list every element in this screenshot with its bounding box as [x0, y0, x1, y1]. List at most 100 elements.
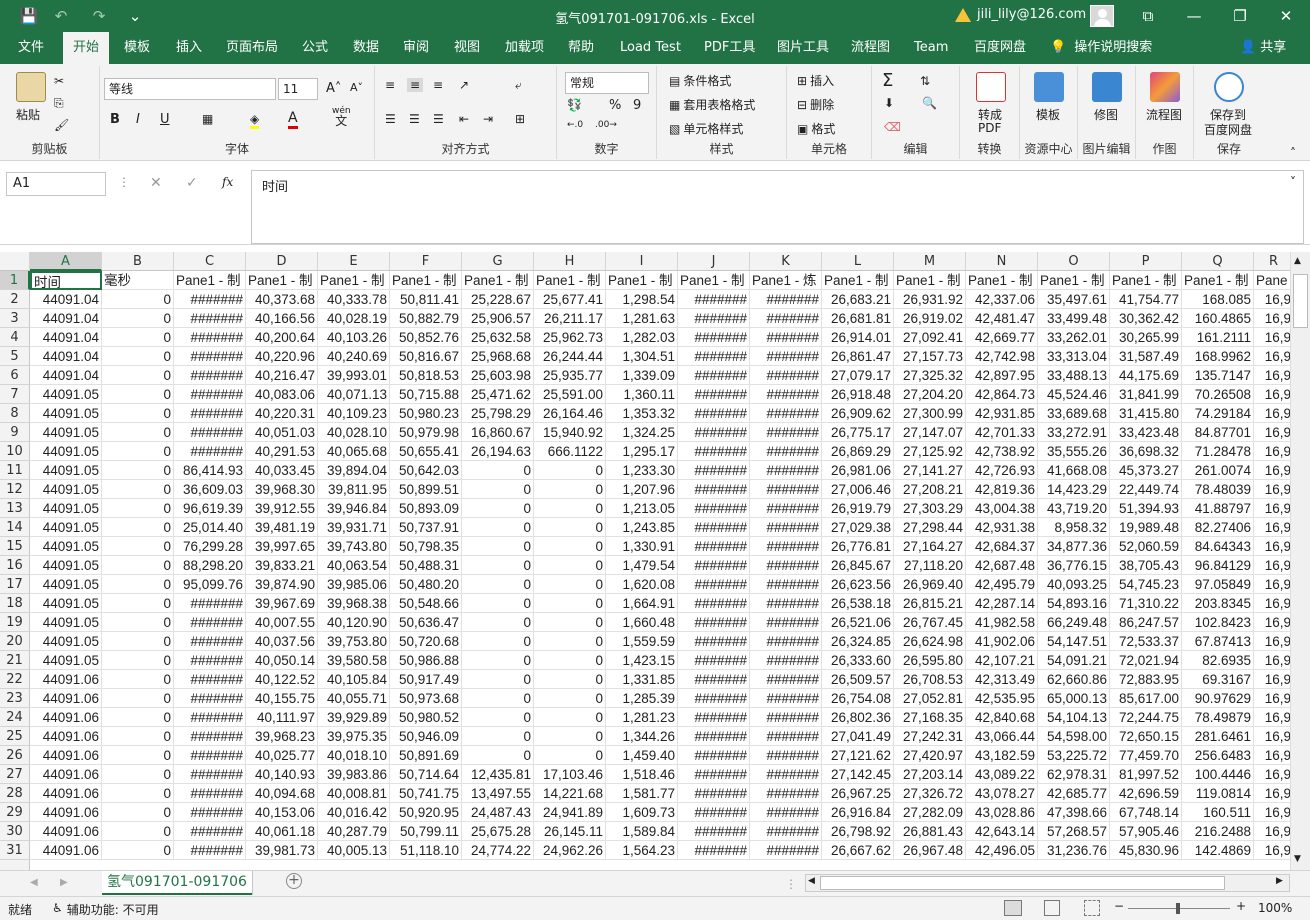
data-cell[interactable]: 50,737.91 — [390, 518, 462, 537]
row-header[interactable]: 29 — [0, 803, 30, 822]
data-cell[interactable]: 40,220.96 — [246, 347, 318, 366]
data-cell[interactable]: 26,815.21 — [894, 594, 966, 613]
data-cell[interactable]: 54,598.00 — [1038, 727, 1110, 746]
data-cell[interactable]: 40,037.56 — [246, 632, 318, 651]
row-header[interactable]: 18 — [0, 594, 30, 613]
data-cell[interactable]: 203.8345 — [1182, 594, 1254, 613]
data-cell[interactable]: 33,262.01 — [1038, 328, 1110, 347]
font-name-select[interactable]: 等线 — [104, 78, 276, 100]
tab-home[interactable]: 开始 — [63, 32, 110, 64]
data-cell[interactable]: 39,931.71 — [318, 518, 390, 537]
normal-view-icon[interactable] — [1004, 900, 1022, 916]
data-cell[interactable]: 39,967.69 — [246, 594, 318, 613]
data-cell[interactable]: 0 — [534, 670, 606, 689]
header-cell[interactable]: Pane1 - 制 — [606, 271, 678, 290]
data-cell[interactable]: 24,774.22 — [462, 841, 534, 860]
data-cell[interactable]: 16,9 — [1254, 594, 1290, 613]
next-sheet-icon[interactable]: ▶ — [60, 877, 68, 888]
data-cell[interactable]: 26,623.56 — [822, 575, 894, 594]
data-cell[interactable]: 50,973.68 — [390, 689, 462, 708]
data-cell[interactable]: 44091.05 — [30, 442, 102, 461]
data-cell[interactable]: ####### — [678, 499, 750, 518]
data-cell[interactable]: 0 — [462, 632, 534, 651]
data-cell[interactable]: 42,313.49 — [966, 670, 1038, 689]
data-cell[interactable]: 31,841.99 — [1110, 385, 1182, 404]
data-cell[interactable]: 44091.04 — [30, 290, 102, 309]
data-cell[interactable]: 0 — [102, 385, 174, 404]
row-header[interactable]: 12 — [0, 480, 30, 499]
data-cell[interactable]: 135.7147 — [1182, 366, 1254, 385]
scroll-up-icon[interactable]: ▲ — [1294, 256, 1301, 266]
data-cell[interactable]: 45,524.46 — [1038, 385, 1110, 404]
data-cell[interactable]: 0 — [102, 841, 174, 860]
data-cell[interactable]: 50,741.75 — [390, 784, 462, 803]
data-cell[interactable]: 0 — [534, 651, 606, 670]
data-cell[interactable]: 0 — [462, 746, 534, 765]
data-cell[interactable]: 44091.05 — [30, 499, 102, 518]
data-cell[interactable]: 1,564.23 — [606, 841, 678, 860]
data-cell[interactable]: ####### — [174, 651, 246, 670]
data-cell[interactable]: 1,479.54 — [606, 556, 678, 575]
data-cell[interactable]: 26,754.08 — [822, 689, 894, 708]
number-format-select[interactable]: 常规 — [565, 72, 649, 94]
data-cell[interactable]: 0 — [102, 556, 174, 575]
data-cell[interactable]: 40,083.06 — [246, 385, 318, 404]
data-cell[interactable]: 27,052.81 — [894, 689, 966, 708]
data-cell[interactable]: 0 — [102, 366, 174, 385]
data-cell[interactable]: 40,065.68 — [318, 442, 390, 461]
data-cell[interactable]: 0 — [102, 803, 174, 822]
data-cell[interactable]: 24,962.26 — [534, 841, 606, 860]
data-cell[interactable]: 27,242.31 — [894, 727, 966, 746]
data-cell[interactable]: 40,220.31 — [246, 404, 318, 423]
data-cell[interactable]: 1,360.11 — [606, 385, 678, 404]
data-cell[interactable]: 0 — [462, 689, 534, 708]
template-button[interactable]: 模板 — [1036, 106, 1060, 123]
account-area[interactable]: jili_lily@126.com — [955, 7, 1086, 22]
row-header[interactable]: 16 — [0, 556, 30, 575]
decrease-decimal-icon[interactable]: .00→ — [595, 120, 617, 130]
data-cell[interactable]: 50,480.20 — [390, 575, 462, 594]
orientation-icon[interactable]: ↗ — [459, 78, 469, 92]
data-cell[interactable]: 86,247.57 — [1110, 613, 1182, 632]
data-cell[interactable]: 0 — [102, 518, 174, 537]
data-cell[interactable]: 0 — [102, 461, 174, 480]
data-cell[interactable]: ####### — [750, 404, 822, 423]
data-cell[interactable]: 26,909.62 — [822, 404, 894, 423]
insert-cells-button[interactable]: ⊞ 插入 — [797, 72, 834, 89]
data-cell[interactable]: 16,9 — [1254, 575, 1290, 594]
sheet-tab[interactable]: 氢气091701-091706 — [102, 871, 252, 895]
tab-insert[interactable]: 插入 — [176, 32, 202, 64]
tab-flowchart[interactable]: 流程图 — [851, 32, 890, 64]
data-cell[interactable]: 27,420.97 — [894, 746, 966, 765]
data-cell[interactable]: ####### — [750, 632, 822, 651]
data-cell[interactable]: 38,705.43 — [1110, 556, 1182, 575]
data-cell[interactable]: 26,981.06 — [822, 461, 894, 480]
data-cell[interactable]: 0 — [534, 537, 606, 556]
data-cell[interactable]: 0 — [534, 518, 606, 537]
data-cell[interactable]: 50,891.69 — [390, 746, 462, 765]
header-cell[interactable]: Pane1 - 制 — [174, 271, 246, 290]
data-cell[interactable]: ####### — [678, 423, 750, 442]
data-cell[interactable]: 50,655.41 — [390, 442, 462, 461]
data-cell[interactable]: 1,281.23 — [606, 708, 678, 727]
data-cell[interactable]: 43,182.59 — [966, 746, 1038, 765]
data-cell[interactable]: 0 — [102, 423, 174, 442]
select-all-corner[interactable] — [0, 252, 30, 271]
data-cell[interactable]: 261.0074 — [1182, 461, 1254, 480]
data-cell[interactable]: ####### — [174, 385, 246, 404]
data-cell[interactable]: 50,980.52 — [390, 708, 462, 727]
data-cell[interactable]: 33,488.13 — [1038, 366, 1110, 385]
data-cell[interactable]: ####### — [678, 309, 750, 328]
data-cell[interactable]: 77,459.70 — [1110, 746, 1182, 765]
data-cell[interactable]: 50,852.76 — [390, 328, 462, 347]
data-cell[interactable]: 81,997.52 — [1110, 765, 1182, 784]
data-cell[interactable]: ####### — [678, 746, 750, 765]
data-cell[interactable]: 1,213.05 — [606, 499, 678, 518]
scroll-down-icon[interactable]: ▼ — [1294, 854, 1301, 864]
flowchart-icon[interactable] — [1150, 72, 1180, 102]
data-cell[interactable]: 16,9 — [1254, 423, 1290, 442]
data-cell[interactable]: ####### — [174, 670, 246, 689]
data-cell[interactable]: 0 — [102, 670, 174, 689]
data-cell[interactable]: ####### — [750, 784, 822, 803]
data-cell[interactable]: 25,968.68 — [462, 347, 534, 366]
